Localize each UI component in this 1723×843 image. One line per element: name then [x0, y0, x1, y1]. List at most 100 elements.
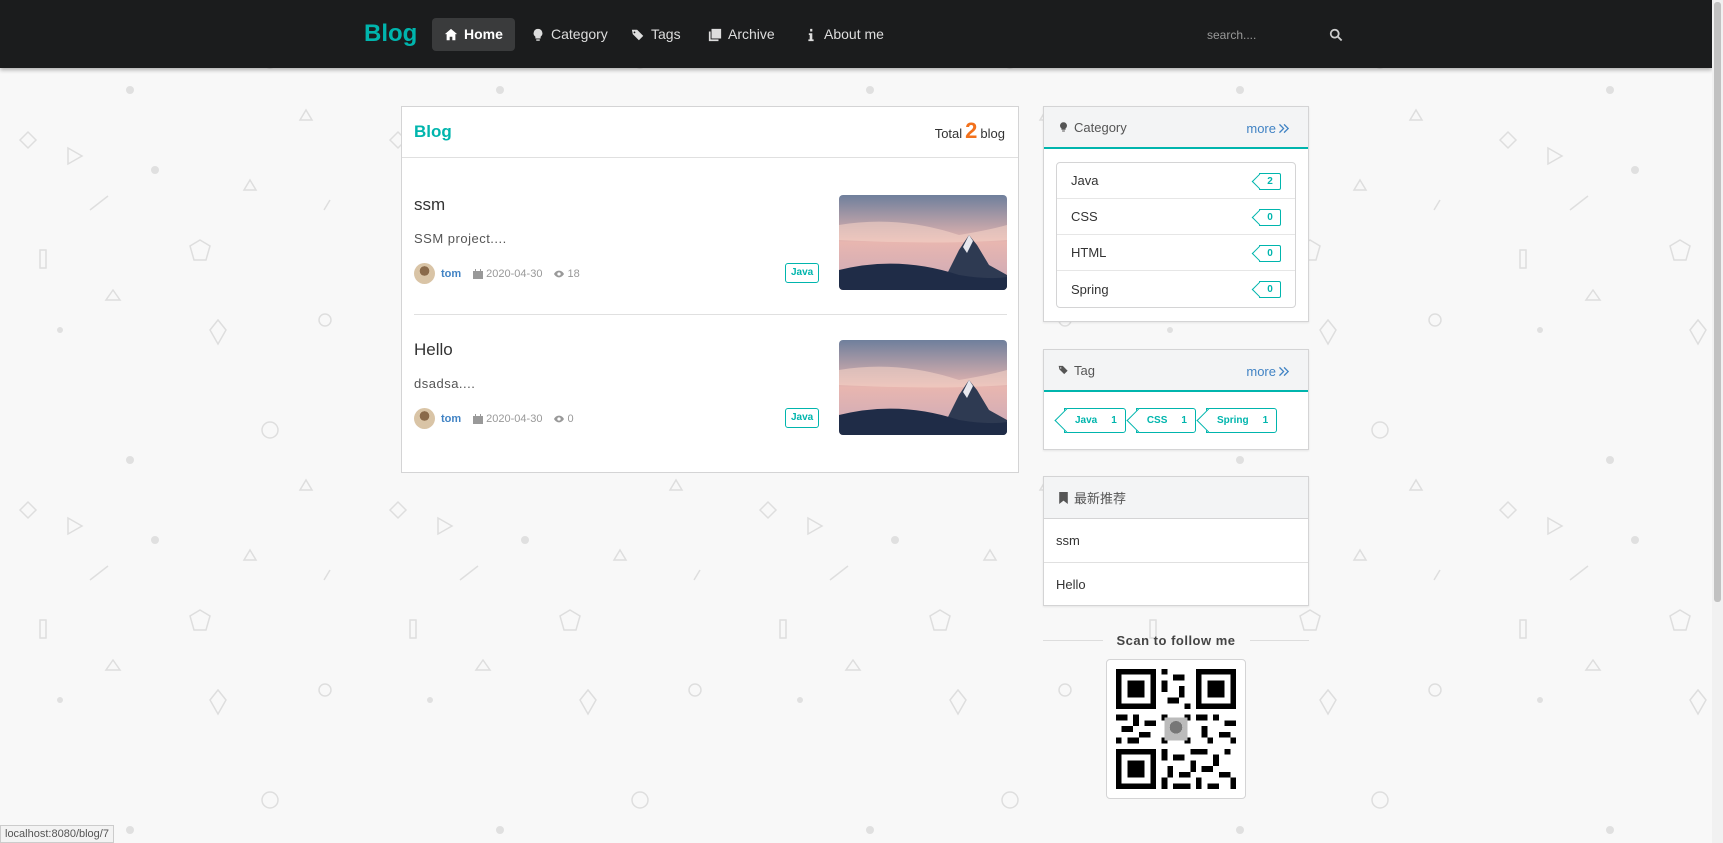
- post-divider: [414, 314, 1007, 315]
- category-name: Spring: [1071, 281, 1109, 297]
- search-box: [1195, 24, 1355, 46]
- mountain-image: [839, 195, 1007, 290]
- bookmark-icon: [1059, 491, 1068, 504]
- recommend-item[interactable]: ssm: [1044, 519, 1308, 562]
- nav-tags[interactable]: Tags: [619, 18, 693, 51]
- tags-icon: [1058, 365, 1068, 375]
- blog-post[interactable]: Hello dsadsa.... tom 2020-04-30 0 Java: [414, 340, 1007, 435]
- search-icon[interactable]: [1329, 28, 1343, 42]
- recommend-card: 最新推荐 ssm Hello: [1043, 476, 1309, 606]
- nav-home-label: Home: [464, 26, 503, 42]
- blog-list-title: Blog: [414, 122, 452, 141]
- total-count: 2: [965, 118, 978, 143]
- tag-title: Tag: [1074, 362, 1095, 378]
- post-excerpt: dsadsa....: [414, 376, 476, 391]
- lightbulb-icon: [533, 28, 543, 41]
- scroll-thumb[interactable]: [1714, 2, 1721, 602]
- post-excerpt: SSM project....: [414, 231, 507, 246]
- tags-icon: [631, 29, 644, 40]
- eye-icon: [554, 270, 565, 277]
- page-scrollbar[interactable]: [1712, 0, 1723, 843]
- post-title[interactable]: ssm: [414, 195, 445, 215]
- blog-list-card: Blog Total 2 blog ssm SSM project.... to…: [401, 106, 1019, 473]
- post-thumbnail[interactable]: [839, 195, 1007, 290]
- post-meta: tom 2020-04-30 18: [414, 263, 580, 284]
- post-date: 2020-04-30: [486, 267, 543, 280]
- category-card: Category more Java 2 CSS 0 HTML 0 Spring…: [1043, 106, 1309, 322]
- post-author[interactable]: tom: [441, 268, 461, 280]
- tag-name: CSS: [1146, 415, 1168, 426]
- post-views: 18: [567, 267, 580, 280]
- recommend-title: 最新推荐: [1074, 491, 1127, 506]
- category-item[interactable]: Java 2: [1057, 163, 1295, 199]
- nav-category[interactable]: Category: [519, 18, 620, 51]
- category-name: HTML: [1071, 245, 1107, 260]
- category-item[interactable]: HTML 0: [1057, 235, 1295, 271]
- tag-item[interactable]: CSS 1: [1135, 408, 1196, 433]
- total-suffix: blog: [980, 126, 1005, 141]
- category-count: 0: [1259, 281, 1281, 298]
- brand-logo[interactable]: Blog: [364, 20, 417, 48]
- tag-more-link[interactable]: more: [1246, 364, 1290, 379]
- tag-item[interactable]: Java 1: [1064, 408, 1126, 433]
- tag-count: 1: [1111, 415, 1117, 426]
- follow-text: Scan to follow me: [1116, 632, 1236, 648]
- mountain-image: [839, 340, 1007, 435]
- avatar: [414, 408, 435, 429]
- tag-header: Tag more: [1044, 350, 1308, 392]
- category-title: Category: [1074, 119, 1127, 135]
- tag-name: Spring: [1216, 415, 1249, 426]
- blog-total: Total 2 blog: [935, 118, 1005, 144]
- calendar-icon: [473, 268, 484, 279]
- top-navbar: Blog Home Category Tags Archive About me: [0, 0, 1712, 68]
- nav-archive[interactable]: Archive: [696, 18, 787, 51]
- info-icon: [808, 28, 814, 41]
- qr-code: [1106, 659, 1246, 799]
- double-chevron-right-icon: [1279, 366, 1290, 377]
- recommend-header: 最新推荐: [1044, 477, 1308, 519]
- nav-category-label: Category: [551, 26, 608, 42]
- tag-card: Tag more Java 1 CSS 1 Spring 1: [1043, 349, 1309, 450]
- tag-count: 1: [1262, 415, 1269, 426]
- post-thumbnail[interactable]: [839, 340, 1007, 435]
- follow-section-heading: Scan to follow me: [1043, 631, 1310, 649]
- post-tag[interactable]: Java: [785, 408, 820, 428]
- nav-about-label: About me: [824, 26, 884, 42]
- category-name: Java: [1071, 173, 1099, 188]
- post-title[interactable]: Hello: [414, 340, 453, 360]
- category-count: 0: [1259, 209, 1281, 226]
- search-input[interactable]: [1195, 28, 1325, 42]
- post-author[interactable]: tom: [441, 413, 461, 425]
- tag-count: 1: [1181, 415, 1187, 426]
- category-item[interactable]: Spring 0: [1057, 271, 1295, 307]
- category-header: Category more: [1044, 107, 1308, 149]
- nav-archive-label: Archive: [728, 26, 775, 42]
- lightbulb-icon: [1060, 122, 1067, 132]
- post-meta: tom 2020-04-30 0: [414, 408, 574, 429]
- home-icon: [444, 28, 458, 40]
- post-tag[interactable]: Java: [785, 263, 820, 283]
- blog-post[interactable]: ssm SSM project.... tom 2020-04-30 18 Ja…: [414, 195, 1007, 290]
- nav-about[interactable]: About me: [792, 18, 896, 51]
- more-label: more: [1246, 121, 1276, 136]
- divider-line: [1043, 639, 1103, 641]
- divider-line: [1249, 639, 1310, 641]
- status-bar-url: localhost:8080/blog/7: [0, 825, 114, 843]
- more-label: more: [1246, 364, 1276, 379]
- tag-item[interactable]: Spring 1: [1205, 408, 1278, 433]
- avatar: [414, 263, 435, 284]
- nav-home[interactable]: Home: [432, 18, 515, 51]
- total-prefix: Total: [934, 126, 963, 141]
- calendar-icon: [473, 413, 484, 424]
- eye-icon: [554, 415, 565, 422]
- category-name: CSS: [1071, 209, 1098, 224]
- blog-list-header: Blog Total 2 blog: [402, 107, 1018, 158]
- category-item[interactable]: CSS 0: [1057, 199, 1295, 235]
- category-count: 0: [1259, 245, 1281, 262]
- category-count: 2: [1259, 173, 1281, 190]
- recommend-item[interactable]: Hello: [1044, 562, 1308, 605]
- clone-icon: [708, 28, 722, 41]
- post-date: 2020-04-30: [486, 412, 543, 425]
- tag-name: Java: [1075, 415, 1098, 426]
- category-more-link[interactable]: more: [1246, 121, 1290, 136]
